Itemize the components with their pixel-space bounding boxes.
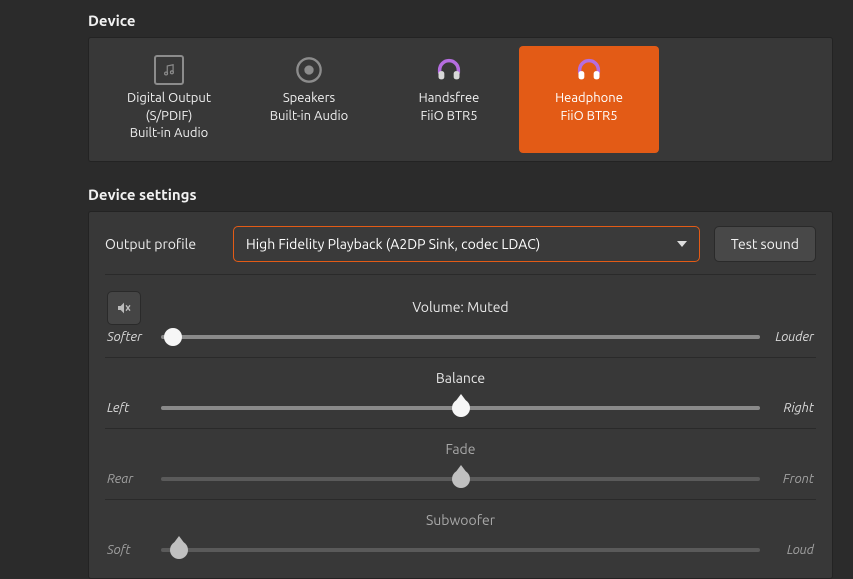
balance-right-label: Right bbox=[770, 401, 814, 415]
device-digital-output[interactable]: Digital Output (S/PDIF) Built-in Audio bbox=[99, 46, 239, 153]
volume-block: Volume: Muted Softer Louder bbox=[105, 287, 816, 358]
output-profile-row: Output profile High Fidelity Playback (A… bbox=[105, 226, 816, 275]
fade-block: Fade Rear Front bbox=[105, 429, 816, 500]
fade-front-label: Front bbox=[770, 472, 814, 486]
output-profile-label: Output profile bbox=[105, 236, 215, 252]
device-settings-title: Device settings bbox=[88, 186, 833, 203]
music-note-icon bbox=[153, 54, 185, 86]
fade-rear-label: Rear bbox=[107, 472, 151, 486]
subwoofer-slider-knob bbox=[170, 541, 188, 559]
device-label: Headphone bbox=[525, 90, 653, 108]
device-list: Digital Output (S/PDIF) Built-in Audio S… bbox=[88, 37, 833, 162]
volume-title: Volume: Muted bbox=[412, 299, 508, 315]
output-profile-select-wrap: High Fidelity Playback (A2DP Sink, codec… bbox=[233, 226, 816, 262]
volume-slider-knob[interactable] bbox=[164, 328, 182, 346]
subwoofer-loud-label: Loud bbox=[770, 543, 814, 557]
device-label: Handsfree bbox=[385, 90, 513, 108]
device-sublabel: FiiO BTR5 bbox=[525, 108, 653, 126]
volume-louder-label: Louder bbox=[770, 330, 814, 344]
volume-softer-label: Softer bbox=[107, 330, 151, 344]
device-headphone[interactable]: Headphone FiiO BTR5 bbox=[519, 46, 659, 153]
device-speakers[interactable]: Speakers Built-in Audio bbox=[239, 46, 379, 153]
device-label: Digital Output (S/PDIF) bbox=[105, 90, 233, 125]
fade-slider-knob bbox=[452, 470, 470, 488]
subwoofer-soft-label: Soft bbox=[107, 543, 151, 557]
test-sound-button[interactable]: Test sound bbox=[714, 226, 816, 262]
volume-muted-icon bbox=[116, 300, 132, 316]
speaker-icon bbox=[293, 54, 325, 86]
device-label: Speakers bbox=[245, 90, 373, 108]
subwoofer-slider bbox=[161, 540, 760, 560]
output-profile-select[interactable]: High Fidelity Playback (A2DP Sink, codec… bbox=[233, 226, 700, 262]
fade-slider bbox=[161, 469, 760, 489]
subwoofer-block: Subwoofer Soft Loud bbox=[105, 500, 816, 570]
volume-slider[interactable] bbox=[161, 327, 760, 347]
headset-icon bbox=[573, 54, 605, 86]
subwoofer-title: Subwoofer bbox=[426, 512, 495, 528]
device-sublabel: Built-in Audio bbox=[105, 125, 233, 143]
device-settings-panel: Output profile High Fidelity Playback (A… bbox=[88, 211, 833, 579]
device-sublabel: Built-in Audio bbox=[245, 108, 373, 126]
mute-button[interactable] bbox=[107, 291, 141, 325]
chevron-down-icon bbox=[677, 241, 687, 247]
test-sound-label: Test sound bbox=[731, 236, 799, 252]
balance-block: Balance Left Right bbox=[105, 358, 816, 429]
device-sublabel: FiiO BTR5 bbox=[385, 108, 513, 126]
balance-slider[interactable] bbox=[161, 398, 760, 418]
device-handsfree[interactable]: Handsfree FiiO BTR5 bbox=[379, 46, 519, 153]
output-profile-value: High Fidelity Playback (A2DP Sink, codec… bbox=[246, 236, 540, 252]
balance-slider-knob[interactable] bbox=[452, 399, 470, 417]
fade-title: Fade bbox=[446, 441, 476, 457]
device-section-title: Device bbox=[88, 12, 833, 29]
headset-icon bbox=[433, 54, 465, 86]
balance-left-label: Left bbox=[107, 401, 151, 415]
balance-title: Balance bbox=[436, 370, 485, 386]
